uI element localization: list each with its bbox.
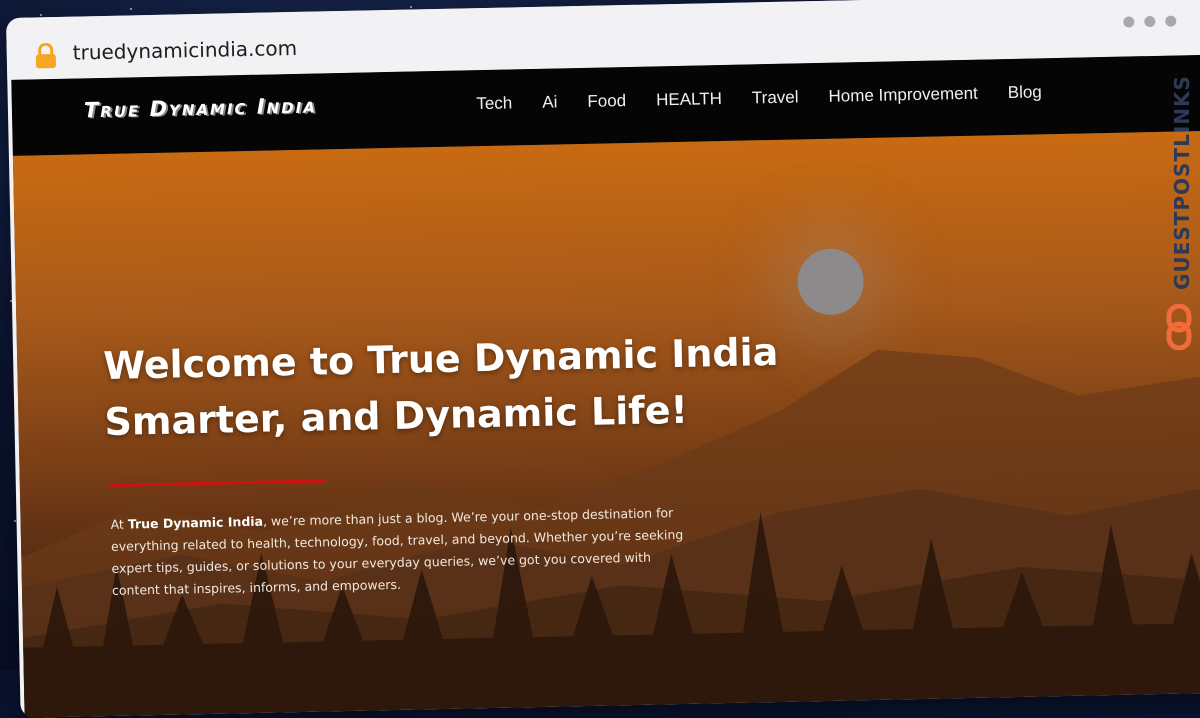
hero-headline: Welcome to True Dynamic India Smarter, a… [103, 324, 780, 450]
menu-item-home-improvement[interactable]: Home Improvement [828, 84, 978, 107]
window-controls [1123, 15, 1177, 28]
address-bar-url[interactable]: truedynamicindia.com [72, 36, 297, 65]
menu-item-blog[interactable]: Blog [1008, 82, 1042, 103]
hero-headline-line2: Smarter, and Dynamic Life! [104, 387, 689, 445]
hero-section: Welcome to True Dynamic India Smarter, a… [12, 130, 1200, 718]
browser-window: truedynamicindia.com True Dynamic India … [6, 0, 1200, 718]
site-logo[interactable]: True Dynamic India [84, 94, 317, 123]
menu-item-travel[interactable]: Travel [752, 87, 799, 108]
hero-headline-line1: Welcome to True Dynamic India [102, 329, 779, 389]
intro-prefix: At [110, 516, 129, 532]
hero-intro-text: At True Dynamic India, we’re more than j… [110, 502, 702, 602]
main-menu: Tech Ai Food HEALTH Travel Home Improvem… [476, 82, 1042, 114]
chain-link-icon [1166, 303, 1192, 354]
window-dot-icon[interactable] [1123, 16, 1135, 28]
window-dot-icon[interactable] [1165, 15, 1177, 27]
menu-item-health[interactable]: HEALTH [656, 89, 722, 110]
menu-item-ai[interactable]: Ai [542, 92, 558, 112]
guestpostlinks-watermark: GUESTPOSTLINKS [1170, 75, 1194, 290]
menu-item-food[interactable]: Food [587, 91, 626, 112]
window-dot-icon[interactable] [1144, 15, 1156, 28]
menu-item-tech[interactable]: Tech [476, 93, 512, 114]
website-viewport: True Dynamic India Tech Ai Food HEALTH T… [11, 54, 1200, 718]
intro-brand: True Dynamic India [127, 513, 264, 532]
lock-icon [35, 42, 58, 73]
